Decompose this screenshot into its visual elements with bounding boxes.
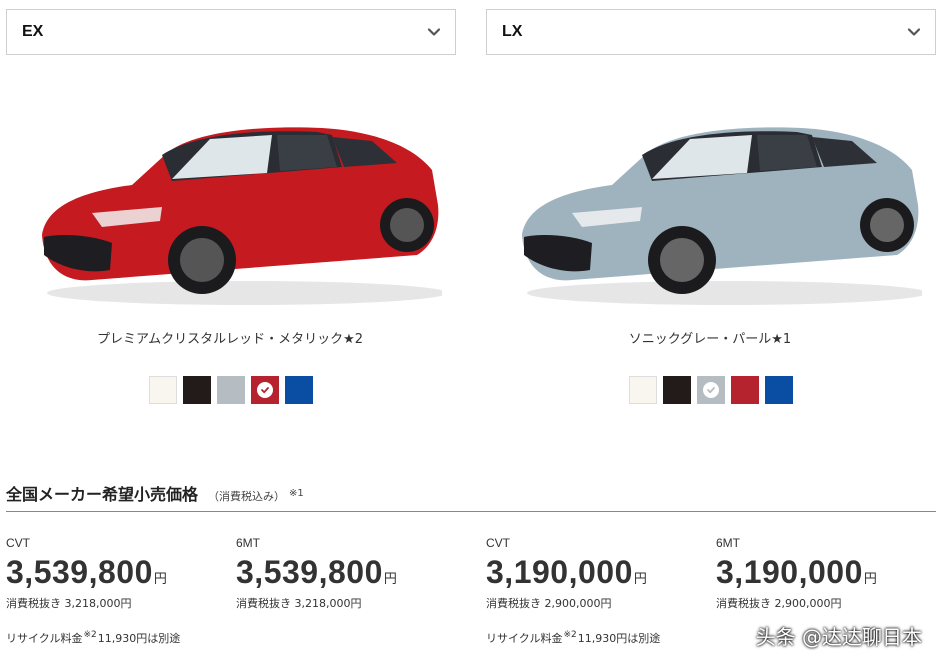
recycle-amount: 11,930円は別途 — [97, 632, 181, 645]
color-swatch-black[interactable] — [183, 376, 211, 404]
color-swatch-white[interactable] — [629, 376, 657, 404]
price-value: 3,190,000 — [716, 554, 863, 590]
price-excl-tax: 消費税抜き 2,900,000円 — [486, 597, 612, 610]
color-swatch-blue[interactable] — [285, 376, 313, 404]
section-divider — [6, 511, 936, 512]
car-image-gray — [522, 127, 922, 305]
color-swatch-red[interactable] — [251, 376, 279, 404]
yen-unit: 円 — [383, 572, 397, 587]
checkmark-icon — [703, 382, 719, 398]
recycle-note-mark: ※2 — [563, 630, 577, 641]
price-value: 3,539,800 — [6, 554, 153, 590]
trim-select-value: LX — [502, 23, 523, 40]
recycle-fee-note: リサイクル料金※211,930円は別途 — [6, 630, 180, 646]
watermark: 头条 @达达聊日本 — [755, 625, 922, 649]
trim-select-left[interactable]: EX — [6, 9, 456, 55]
color-swatch-red[interactable] — [731, 376, 759, 404]
price-block: 6MT 3,539,800 円 消費税抜き 3,218,000円 — [236, 536, 466, 611]
chevron-down-icon — [907, 28, 921, 36]
yen-unit: 円 — [153, 572, 167, 587]
price-block: 6MT 3,190,000 円 消費税抜き 2,900,000円 — [716, 536, 940, 611]
color-swatch-gray[interactable] — [697, 376, 725, 404]
chevron-down-icon — [427, 28, 441, 36]
color-name-left: プレミアムクリスタルレッド・メタリック★2 — [96, 332, 363, 347]
price-value: 3,190,000 — [486, 554, 633, 590]
checkmark-icon — [257, 382, 273, 398]
color-name-right: ソニックグレー・パール★1 — [628, 332, 792, 347]
recycle-note-mark: ※2 — [83, 630, 97, 641]
trim-select-right[interactable]: LX — [486, 9, 936, 55]
recycle-amount: 11,930円は別途 — [577, 632, 661, 645]
color-swatch-black[interactable] — [663, 376, 691, 404]
recycle-label: リサイクル料金 — [6, 632, 83, 645]
price-title-note-mark: ※1 — [289, 488, 304, 499]
transmission-label: 6MT — [716, 536, 740, 550]
price-excl-tax: 消費税抜き 2,900,000円 — [716, 597, 842, 610]
price-block: CVT 3,539,800 円 消費税抜き 3,218,000円 — [6, 536, 236, 611]
car-image-red — [42, 127, 442, 305]
recycle-label: リサイクル料金 — [486, 632, 563, 645]
price-excl-tax: 消費税抜き 3,218,000円 — [236, 597, 362, 610]
color-swatch-gray[interactable] — [217, 376, 245, 404]
price-section-title: 全国メーカー希望小売価格 （消費税込み） ※1 — [6, 481, 304, 505]
price-block: CVT 3,190,000 円 消費税抜き 2,900,000円 — [486, 536, 716, 611]
recycle-fee-note: リサイクル料金※211,930円は別途 — [486, 630, 660, 646]
price-excl-tax: 消費税抜き 3,218,000円 — [6, 597, 132, 610]
price-value: 3,539,800 — [236, 554, 383, 590]
color-swatch-white[interactable] — [149, 376, 177, 404]
price-title-main: 全国メーカー希望小売価格 — [6, 485, 199, 504]
transmission-label: 6MT — [236, 536, 260, 550]
transmission-label: CVT — [486, 536, 510, 550]
trim-select-value: EX — [22, 23, 44, 40]
yen-unit: 円 — [633, 572, 647, 587]
price-title-tax-note: （消費税込み） — [208, 490, 286, 503]
color-swatch-blue[interactable] — [765, 376, 793, 404]
color-swatches-left — [149, 376, 313, 404]
yen-unit: 円 — [863, 572, 877, 587]
color-swatches-right — [629, 376, 793, 404]
transmission-label: CVT — [6, 536, 30, 550]
